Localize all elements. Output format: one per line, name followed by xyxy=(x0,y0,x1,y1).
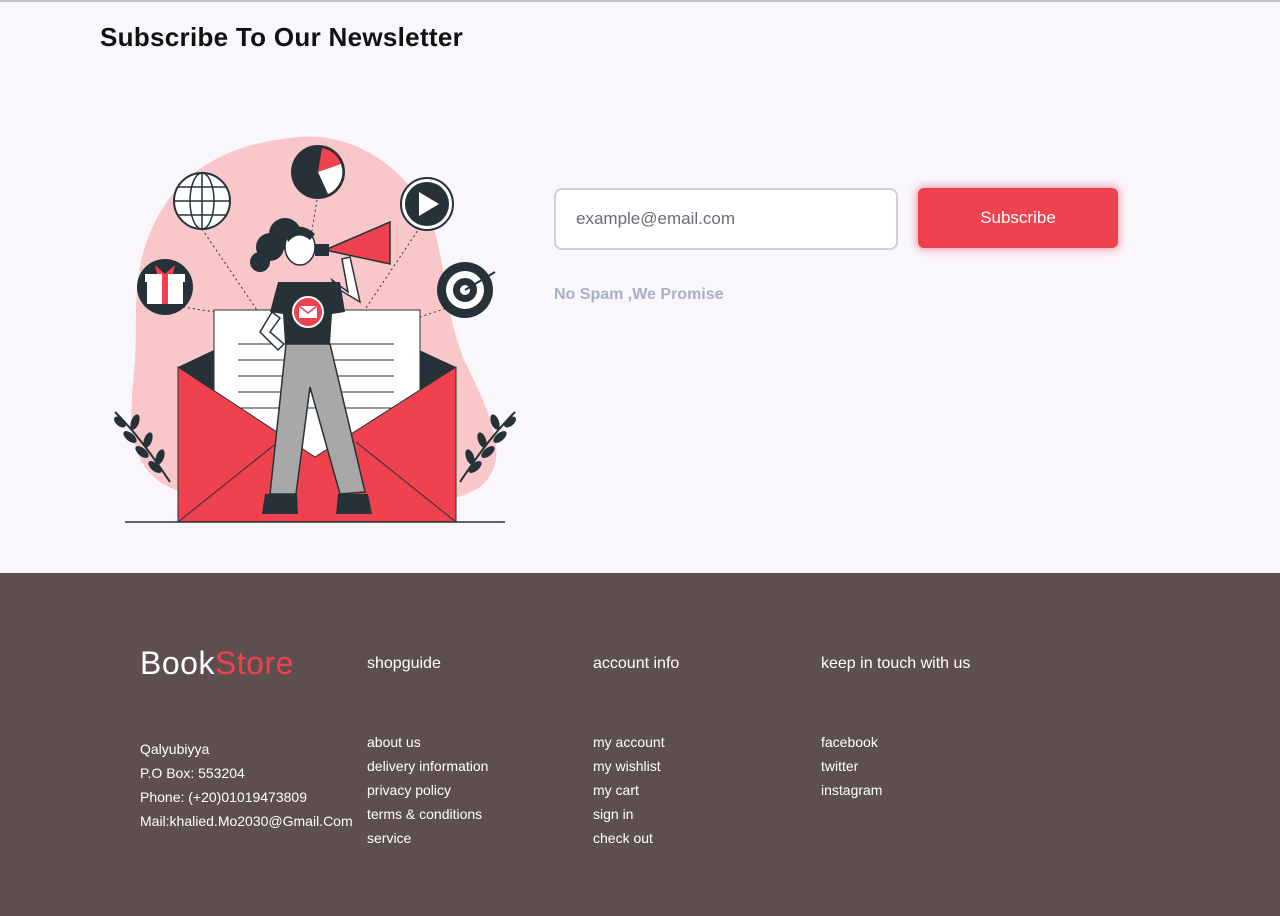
list-item[interactable]: sign in xyxy=(593,802,665,826)
newsletter-title: Subscribe To Our Newsletter xyxy=(100,22,464,52)
shopguide-title: shopguide xyxy=(367,655,441,672)
account-info-list: my account my wishlist my cart sign in c… xyxy=(593,730,665,850)
contact-phone: Phone: (+20)01019473809 xyxy=(140,789,307,805)
globe-icon xyxy=(173,172,231,230)
list-item[interactable]: my cart xyxy=(593,778,665,802)
list-item[interactable]: service xyxy=(367,826,488,850)
social-list: facebook twitter instagram xyxy=(821,730,882,802)
link-terms-conditions[interactable]: terms & conditions xyxy=(367,806,482,822)
link-service[interactable]: service xyxy=(367,830,411,846)
link-check-out[interactable]: check out xyxy=(593,830,653,846)
list-item[interactable]: my wishlist xyxy=(593,754,665,778)
contact-email: Mail:khalied.Mo2030@Gmail.Com xyxy=(140,813,353,829)
contact-info: Qalyubiyya P.O Box: 553204 Phone: (+20)0… xyxy=(140,737,353,833)
pie-chart-icon xyxy=(291,145,345,199)
email-input[interactable] xyxy=(554,188,898,250)
brand-logo[interactable]: BookStore xyxy=(140,645,294,682)
list-item[interactable]: my account xyxy=(593,730,665,754)
target-icon xyxy=(437,262,496,318)
account-info-title: account info xyxy=(593,655,680,672)
list-item[interactable]: check out xyxy=(593,826,665,850)
list-item[interactable]: terms & conditions xyxy=(367,802,488,826)
list-item[interactable]: privacy policy xyxy=(367,778,488,802)
brand-part-book: Book xyxy=(140,645,215,681)
link-about-us[interactable]: about us xyxy=(367,734,421,750)
link-my-cart[interactable]: my cart xyxy=(593,782,639,798)
contact-address: Qalyubiyya xyxy=(140,741,210,757)
brand-part-store: Store xyxy=(214,645,294,681)
list-item[interactable]: about us xyxy=(367,730,488,754)
site-footer: BookStore Qalyubiyya P.O Box: 553204 Pho… xyxy=(0,573,1280,916)
link-instagram[interactable]: instagram xyxy=(821,782,882,798)
list-item[interactable]: delivery information xyxy=(367,754,488,778)
social-title: keep in touch with us xyxy=(821,655,971,672)
link-my-wishlist[interactable]: my wishlist xyxy=(593,758,661,774)
list-item[interactable]: instagram xyxy=(821,778,882,802)
link-sign-in[interactable]: sign in xyxy=(593,806,633,822)
play-icon xyxy=(400,177,454,231)
link-facebook[interactable]: facebook xyxy=(821,734,878,750)
shopguide-list: about us delivery information privacy po… xyxy=(367,730,488,850)
gift-icon xyxy=(137,259,193,315)
link-privacy-policy[interactable]: privacy policy xyxy=(367,782,451,798)
link-twitter[interactable]: twitter xyxy=(821,758,858,774)
link-my-account[interactable]: my account xyxy=(593,734,665,750)
subscribe-button[interactable]: Subscribe xyxy=(918,188,1118,248)
list-item[interactable]: twitter xyxy=(821,754,882,778)
list-item[interactable]: facebook xyxy=(821,730,882,754)
newsletter-illustration xyxy=(114,136,516,523)
newsletter-section: Subscribe To Our Newsletter example@emai… xyxy=(0,2,1280,573)
link-delivery-information[interactable]: delivery information xyxy=(367,758,488,774)
no-spam-note: No Spam ,We Promise xyxy=(554,286,724,303)
contact-po-box: P.O Box: 553204 xyxy=(140,765,245,781)
